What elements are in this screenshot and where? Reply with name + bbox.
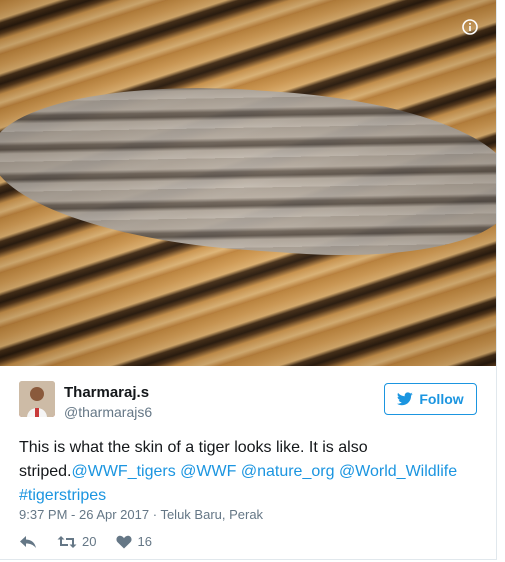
retweet-icon — [57, 535, 77, 548]
mention-link[interactable]: @WWF_tigers — [71, 463, 175, 480]
avatar-photo — [19, 381, 55, 417]
location-link[interactable]: Teluk Baru, Perak — [160, 507, 263, 522]
retweet-button[interactable]: 20 — [57, 534, 96, 549]
info-circle-icon[interactable] — [462, 19, 478, 35]
follow-button[interactable]: Follow — [384, 383, 477, 415]
like-count: 16 — [137, 534, 152, 549]
display-name[interactable]: Tharmaraj.s — [64, 384, 149, 401]
screen-name[interactable]: @tharmarajs6 — [64, 404, 152, 420]
mention-link[interactable]: @World_Wildlife — [339, 463, 457, 480]
tweet-text: This is what the skin of a tiger looks l… — [19, 436, 484, 508]
follow-label: Follow — [419, 391, 464, 407]
timestamp-link[interactable]: 9:37 PM - 26 Apr 2017 — [19, 507, 149, 522]
twitter-bird-icon — [397, 392, 414, 406]
avatar[interactable] — [19, 381, 55, 417]
tweet-card: Tharmaraj.s @tharmarajs6 Follow This is … — [0, 0, 497, 560]
retweet-count: 20 — [82, 534, 97, 549]
tweet-actions: 20 16 — [19, 534, 172, 549]
reply-button[interactable] — [19, 535, 37, 549]
heart-icon — [116, 535, 133, 548]
mention-link[interactable]: @WWF — [180, 463, 236, 480]
tweet-media-photo[interactable] — [0, 0, 496, 366]
like-button[interactable]: 16 — [116, 534, 152, 549]
meta-separator: · — [152, 507, 158, 522]
mention-link[interactable]: @nature_org — [241, 463, 335, 480]
reply-icon — [20, 535, 36, 548]
tweet-meta: 9:37 PM - 26 Apr 2017 · Teluk Baru, Pera… — [19, 507, 263, 522]
hashtag-link[interactable]: #tigerstripes — [19, 487, 106, 504]
